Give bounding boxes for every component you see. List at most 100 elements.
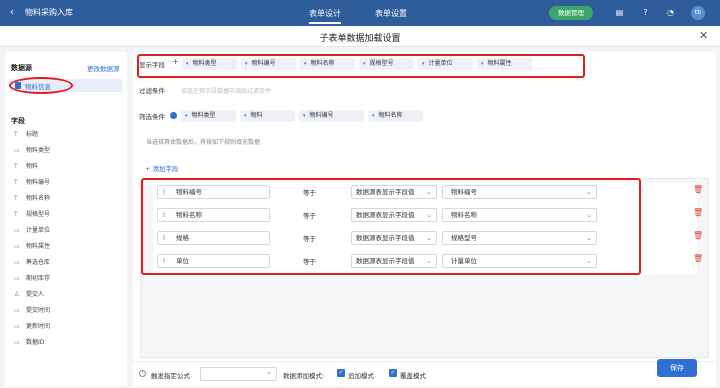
- add-mode-label: 数据添加模式:: [283, 372, 325, 380]
- chevron-down-icon: ▾: [303, 113, 306, 119]
- target-field-select[interactable]: I 物料名称: [157, 208, 270, 222]
- field-type-icon: ▭: [14, 259, 20, 266]
- chevron-down-icon: ▾: [481, 61, 484, 67]
- value-source-select[interactable]: 数据源表显示字段值 ⌄: [351, 231, 437, 245]
- field-type-icon: ▭: [14, 243, 20, 250]
- source-field-select[interactable]: 计量单位 ⌄: [442, 254, 597, 268]
- trash-icon[interactable]: 🗑: [693, 186, 703, 194]
- source-field-label: 计量单位: [451, 257, 477, 265]
- sidebar-field-item[interactable]: ▭ 提交时间: [14, 305, 50, 317]
- filter-condition-label: 过滤条件: [139, 87, 165, 95]
- field-chip-label: 物料类型: [192, 60, 217, 67]
- trash-icon[interactable]: 🗑: [693, 255, 703, 263]
- sidebar-field-item[interactable]: T 物料: [14, 161, 38, 173]
- field-chip[interactable]: ▾ 物料编号: [241, 58, 296, 70]
- field-chip[interactable]: ▾ 物料名称: [300, 58, 355, 70]
- sidebar-field-label: 物料名称: [26, 195, 51, 202]
- field-type-icon: T: [14, 211, 18, 218]
- selected-datasource[interactable]: 物料信息: [10, 79, 122, 92]
- field-type-icon: ▭: [14, 339, 20, 346]
- document-icon[interactable]: ▤: [615, 8, 624, 17]
- field-chip[interactable]: ▾ 计量单位: [418, 58, 473, 70]
- operator-label: 等于: [303, 235, 316, 243]
- display-fields-label: 显示字段: [139, 61, 165, 69]
- append-mode-checkbox[interactable]: ✓: [337, 369, 345, 377]
- filter-condition-placeholder[interactable]: 如选左侧字段数据中调出过滤条件: [181, 86, 271, 95]
- sidebar-field-item[interactable]: ▭ 期初库存: [14, 273, 50, 285]
- chevron-down-icon: ▾: [363, 61, 366, 67]
- target-field-select[interactable]: I 单位: [157, 254, 270, 268]
- sidebar-field-item[interactable]: ▭ 物料类型: [14, 145, 50, 157]
- gear-icon[interactable]: [170, 112, 177, 119]
- field-chip[interactable]: ▾ 物料编号: [299, 110, 364, 122]
- source-field-select[interactable]: 物料名称 ⌄: [442, 208, 597, 222]
- sidebar-field-item[interactable]: ▭ 更新时间: [14, 321, 50, 333]
- field-chip[interactable]: ▾ 规格型号: [359, 58, 414, 70]
- chevron-down-icon: ⌄: [426, 257, 432, 265]
- sidebar-field-item[interactable]: ♙ 提交人: [14, 289, 44, 301]
- field-chip-label: 物料名称: [378, 112, 403, 119]
- field-chip-label: 计量单位: [428, 60, 453, 67]
- fill-rule-row: I 单位 等于 数据源表显示字段值 ⌄ 计量单位 ⌄ 🗑: [153, 251, 703, 274]
- overwrite-mode-checkbox[interactable]: ✓: [389, 369, 397, 377]
- source-field-label: 规格型号: [451, 234, 477, 242]
- sidebar-field-item[interactable]: ▭ 计量单位: [14, 225, 50, 237]
- chevron-down-icon: ⌄: [266, 368, 272, 376]
- trash-icon[interactable]: 🗑: [693, 232, 703, 240]
- field-type-icon: ▭: [14, 323, 20, 330]
- text-field-icon: I: [163, 211, 166, 219]
- sidebar-field-item[interactable]: ▭ 物料属性: [14, 241, 50, 253]
- field-chip[interactable]: ▾ 物料属性: [477, 58, 532, 70]
- value-source-select[interactable]: 数据源表显示字段值 ⌄: [351, 254, 437, 268]
- trash-icon[interactable]: 🗑: [693, 209, 703, 217]
- chevron-down-icon: ▾: [422, 61, 425, 67]
- back-arrow-icon[interactable]: ‹: [10, 7, 14, 18]
- tab-form-settings[interactable]: 表单设置: [375, 8, 407, 19]
- add-field-button[interactable]: + 添加字段: [145, 163, 179, 173]
- target-field-select[interactable]: I 规格: [157, 231, 270, 245]
- sidebar-field-label: 提交时间: [26, 307, 51, 314]
- chevron-down-icon: ⌄: [426, 188, 432, 196]
- source-field-select[interactable]: 物料编号 ⌄: [442, 185, 597, 199]
- source-field-label: 物料编号: [451, 188, 477, 196]
- chevron-down-icon: ⌄: [586, 211, 592, 219]
- field-chip[interactable]: ▾ 物料类型: [182, 58, 237, 70]
- question-icon: ?: [139, 370, 146, 377]
- document-icon: [15, 82, 21, 89]
- add-display-field-icon[interactable]: +: [172, 57, 179, 66]
- sidebar-field-label: 计量单位: [26, 227, 51, 234]
- data-management-button[interactable]: 数据管理: [549, 6, 593, 20]
- value-source-select[interactable]: 数据源表显示字段值 ⌄: [351, 208, 437, 222]
- close-icon[interactable]: ✕: [699, 29, 708, 42]
- sidebar-field-item[interactable]: ▭ 数据ID: [14, 337, 44, 349]
- change-datasource-link[interactable]: 更改数据源: [87, 63, 120, 73]
- select-condition-label: 筛选条件: [139, 113, 165, 121]
- value-source-select[interactable]: 数据源表显示字段值 ⌄: [351, 185, 437, 199]
- bell-icon[interactable]: ◔: [666, 8, 675, 17]
- fill-rule-row: I 物料名称 等于 数据源表显示字段值 ⌄ 物料名称 ⌄ 🗑: [153, 205, 703, 228]
- save-button[interactable]: 保存: [657, 359, 697, 377]
- fill-rule-row: I 物料编号 等于 数据源表显示字段值 ⌄ 物料编号 ⌄ 🗑: [153, 182, 703, 205]
- help-icon[interactable]: ?: [641, 8, 650, 17]
- operator-label: 等于: [303, 189, 316, 197]
- field-type-icon: T: [14, 195, 18, 202]
- value-source-label: 数据源表显示字段值: [356, 188, 415, 196]
- sidebar-field-item[interactable]: T 规格型号: [14, 209, 50, 221]
- chevron-down-icon: ▾: [186, 61, 189, 67]
- source-field-label: 物料名称: [451, 211, 477, 219]
- tab-form-design[interactable]: 表单设计: [309, 8, 341, 24]
- sidebar-field-item[interactable]: ▭ 筹选仓库: [14, 257, 50, 269]
- field-chip[interactable]: ▾ 物料类型: [181, 110, 236, 122]
- field-chip[interactable]: ▾ 物料: [240, 110, 295, 122]
- field-chip-label: 物料名称: [310, 60, 335, 67]
- source-field-select[interactable]: 规格型号 ⌄: [442, 231, 597, 245]
- trigger-formula-select[interactable]: ⌄: [200, 367, 277, 381]
- field-type-icon: ▭: [14, 147, 20, 154]
- avatar[interactable]: tb: [691, 6, 705, 20]
- app-title: 物料采购入库: [25, 8, 73, 17]
- sidebar-field-item[interactable]: T 物料编号: [14, 177, 50, 189]
- sidebar-field-item[interactable]: T 标题: [14, 129, 38, 141]
- sidebar-field-item[interactable]: T 物料名称: [14, 193, 50, 205]
- field-chip[interactable]: ▾ 物料名称: [368, 110, 423, 122]
- target-field-select[interactable]: I 物料编号: [157, 185, 270, 199]
